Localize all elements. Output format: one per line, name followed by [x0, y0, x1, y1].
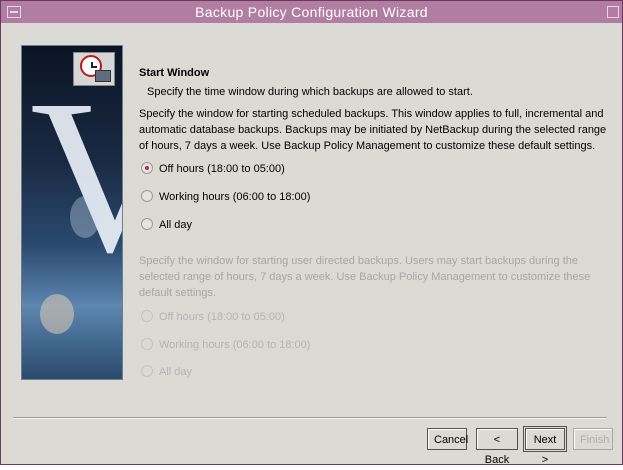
clock-icon — [73, 52, 115, 86]
logo-v-icon: V — [30, 66, 122, 286]
finish-button: Finish — [573, 428, 613, 450]
page-subheading: Specify the time window during which bac… — [147, 86, 473, 98]
radio-unselected-icon — [141, 190, 153, 202]
radio-scheduled-all-day[interactable]: All day — [141, 218, 192, 231]
radio-label: Working hours (06:00 to 18:00) — [159, 191, 311, 203]
radio-label: Off hours (18:00 to 05:00) — [159, 163, 285, 175]
radio-user-all-day: All day — [141, 365, 192, 378]
monitor-icon — [95, 70, 111, 82]
radio-unselected-icon — [141, 218, 153, 230]
back-button[interactable]: < Back — [476, 428, 518, 466]
radio-disabled-icon — [141, 310, 153, 322]
scheduled-description: Specify the window for starting schedule… — [139, 108, 607, 152]
window-title: Backup Policy Configuration Wizard — [195, 4, 428, 20]
radio-label: Off hours (18:00 to 05:00) — [159, 311, 285, 323]
page-heading: Start Window — [139, 67, 210, 79]
wizard-content: V Start Window Specify the time window d… — [1, 23, 622, 466]
radio-label: All day — [159, 219, 193, 231]
radio-scheduled-off-hours[interactable]: Off hours (18:00 to 05:00) — [141, 162, 285, 175]
radio-label: Working hours (06:00 to 18:00) — [159, 339, 311, 351]
button-separator — [13, 417, 607, 419]
window-close-icon[interactable] — [607, 6, 619, 18]
radio-disabled-icon — [141, 365, 153, 377]
user-directed-description: Specify the window for starting user dir… — [139, 255, 591, 299]
person-silhouette-icon — [70, 196, 100, 238]
title-bar[interactable]: Backup Policy Configuration Wizard — [1, 1, 622, 23]
wizard-side-image: V — [21, 45, 123, 380]
radio-selected-icon — [141, 162, 153, 174]
cancel-button[interactable]: Cancel — [427, 428, 468, 450]
radio-disabled-icon — [141, 338, 153, 350]
person-photo-icon — [40, 294, 74, 334]
radio-label: All day — [159, 366, 193, 378]
radio-user-off-hours: Off hours (18:00 to 05:00) — [141, 310, 285, 323]
wizard-window: Backup Policy Configuration Wizard V Sta… — [0, 0, 623, 466]
radio-scheduled-working-hours[interactable]: Working hours (06:00 to 18:00) — [141, 190, 310, 203]
next-button[interactable]: Next > — [523, 426, 567, 466]
radio-user-working-hours: Working hours (06:00 to 18:00) — [141, 338, 310, 351]
